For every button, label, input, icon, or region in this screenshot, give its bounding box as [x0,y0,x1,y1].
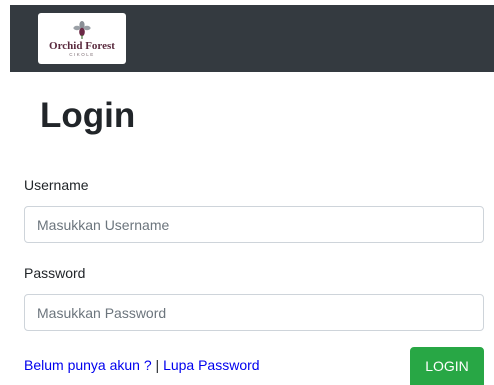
password-input[interactable] [24,294,484,331]
link-separator: | [155,357,160,373]
username-input[interactable] [24,206,484,243]
brand-subtitle: CIKOLE [69,51,95,57]
brand-name: Orchid Forest [49,39,115,52]
account-links: Belum punya akun ? | Lupa Password [24,357,260,373]
orchid-flower-icon [73,20,91,39]
username-label: Username [24,177,89,193]
register-link[interactable]: Belum punya akun ? [24,357,152,373]
login-button[interactable]: LOGIN [410,347,484,385]
top-navbar: Orchid Forest CIKOLE [10,5,494,72]
password-label: Password [24,265,86,281]
page-title: Login [40,96,136,135]
brand-logo[interactable]: Orchid Forest CIKOLE [38,13,126,64]
forgot-password-link[interactable]: Lupa Password [163,357,260,373]
